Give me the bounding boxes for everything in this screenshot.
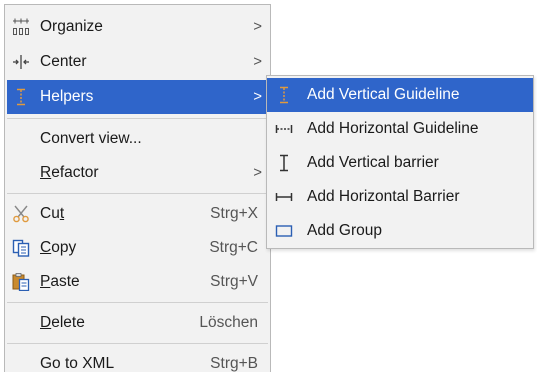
horizontal-guideline-icon: [275, 120, 293, 138]
group-icon: [275, 222, 293, 240]
menu-item-label: Cut: [40, 205, 65, 222]
paste-icon: [12, 273, 30, 291]
menu-item-label: Delete: [40, 314, 85, 331]
menu-item-label: Refactor: [40, 164, 99, 181]
mnemonic-letter: t: [59, 205, 65, 222]
mnemonic-letter: D: [40, 314, 52, 331]
mnemonic-letter: C: [40, 239, 52, 256]
menu-item-label: Helpers: [40, 88, 94, 105]
mnemonic-letter: P: [40, 273, 51, 290]
vertical-barrier-icon: [275, 154, 293, 172]
menu-separator: [7, 193, 268, 194]
menu-item-label: Go to XML: [40, 355, 115, 372]
submenu-arrow-icon: >: [253, 88, 262, 105]
shortcut-label: Strg+B: [210, 355, 258, 372]
menu-item-helpers[interactable]: Helpers >: [7, 80, 268, 114]
menu-item-convert-view[interactable]: Convert view...: [7, 122, 268, 156]
menu-item-organize[interactable]: Organize >: [7, 10, 268, 44]
helpers-submenu: Add Vertical Guideline Add Horizontal Gu…: [266, 75, 534, 249]
menu-item-label: Convert view...: [40, 130, 142, 147]
horizontal-barrier-icon: [275, 188, 293, 206]
vertical-guideline-icon: [275, 86, 293, 104]
shortcut-label: Strg+V: [210, 273, 258, 290]
submenu-item-label: Add Vertical Guideline: [307, 86, 460, 103]
menu-item-delete[interactable]: Delete Löschen: [7, 306, 268, 340]
shortcut-label: Strg+X: [210, 205, 258, 222]
submenu-arrow-icon: >: [253, 18, 262, 35]
submenu-item-label: Add Horizontal Barrier: [307, 188, 460, 205]
scissors-icon: [12, 205, 30, 223]
copy-icon: [12, 239, 30, 257]
menu-separator: [7, 302, 268, 303]
submenu-item-label: Add Horizontal Guideline: [307, 120, 479, 137]
submenu-arrow-icon: >: [253, 53, 262, 70]
vertical-guideline-icon: [12, 88, 30, 106]
menu-separator: [7, 343, 268, 344]
shortcut-label: Löschen: [199, 314, 258, 331]
menu-item-label: Copy: [40, 239, 77, 256]
menu-item-center[interactable]: Center >: [7, 45, 268, 79]
submenu-item-add-horizontal-barrier[interactable]: Add Horizontal Barrier: [267, 180, 533, 214]
menu-item-copy[interactable]: Copy Strg+C: [7, 231, 268, 265]
menu-item-refactor[interactable]: Refactor >: [7, 156, 268, 190]
context-menu: Organize > Center > Helpers > Convert vi…: [4, 4, 271, 372]
menu-item-label: Organize: [40, 18, 103, 35]
submenu-item-add-horizontal-guideline[interactable]: Add Horizontal Guideline: [267, 112, 533, 146]
menu-separator: [7, 118, 268, 119]
organize-icon: [12, 18, 30, 36]
menu-item-paste[interactable]: Paste Strg+V: [7, 265, 268, 299]
submenu-item-label: Add Vertical barrier: [307, 154, 439, 171]
submenu-arrow-icon: >: [253, 164, 262, 181]
submenu-item-add-vertical-guideline[interactable]: Add Vertical Guideline: [267, 78, 533, 112]
menu-item-label: Center: [40, 53, 87, 70]
mnemonic-letter: R: [40, 164, 52, 181]
submenu-item-add-vertical-barrier[interactable]: Add Vertical barrier: [267, 146, 533, 180]
menu-item-label: Paste: [40, 273, 80, 290]
shortcut-label: Strg+C: [209, 239, 258, 256]
submenu-item-add-group[interactable]: Add Group: [267, 214, 533, 248]
center-icon: [12, 53, 30, 71]
menu-item-cut[interactable]: Cut Strg+X: [7, 197, 268, 231]
menu-item-go-to-xml[interactable]: Go to XML Strg+B: [7, 347, 268, 381]
submenu-item-label: Add Group: [307, 222, 382, 239]
